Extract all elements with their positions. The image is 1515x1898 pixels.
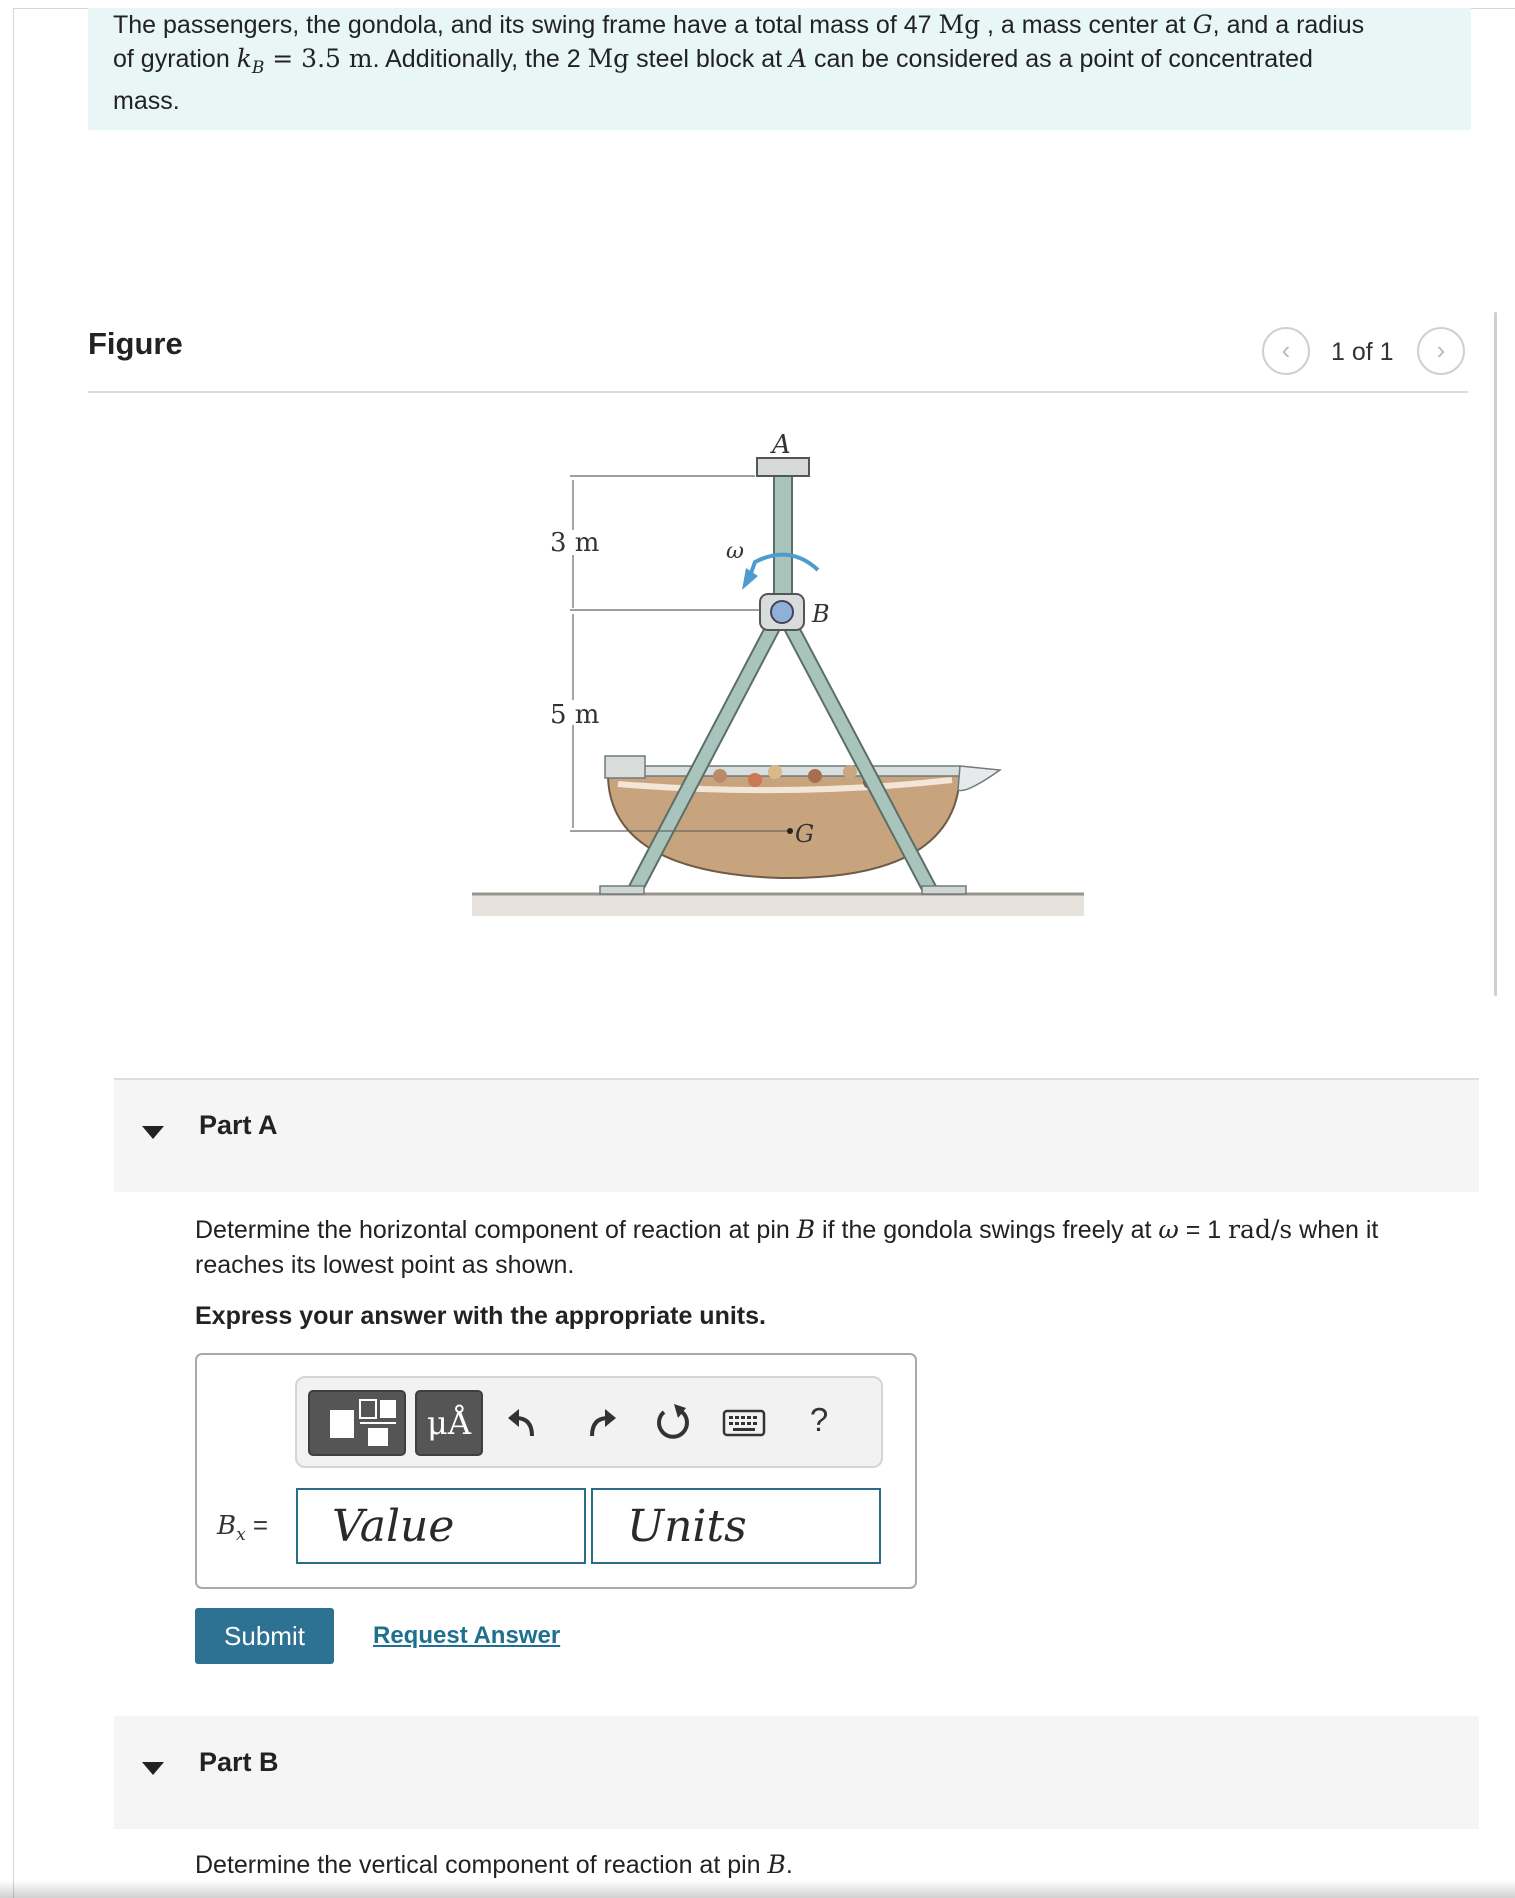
arm <box>773 467 793 609</box>
part-b-header[interactable]: Part B <box>114 1716 1479 1829</box>
dimension-5m: 5 m <box>550 700 599 730</box>
dimension-3m: 3 m <box>550 528 599 558</box>
request-answer-link[interactable]: Request Answer <box>373 1622 560 1650</box>
keyboard-icon <box>722 1409 766 1437</box>
label-a: A <box>770 430 791 460</box>
units-input[interactable] <box>591 1488 881 1564</box>
redo-icon <box>590 1409 616 1437</box>
reset-icon <box>657 1404 689 1439</box>
problem-text: The passengers, the gondola, and its swi… <box>113 10 1365 115</box>
chevron-left-icon: ‹ <box>1281 335 1291 365</box>
next-figure-button[interactable]: › <box>1417 327 1465 375</box>
gondola-rail <box>609 765 961 777</box>
ground <box>472 894 1084 916</box>
previous-figure-button[interactable]: ‹ <box>1262 327 1310 375</box>
part-a-header[interactable]: Part A <box>114 1078 1479 1192</box>
gondola-bow <box>957 765 1003 792</box>
submit-button[interactable]: Submit <box>195 1608 334 1664</box>
part-b-title: Part B <box>199 1747 279 1777</box>
reset-button[interactable] <box>652 1400 694 1444</box>
figure-pager-count: 1 of 1 <box>1331 338 1394 366</box>
part-b-question: Determine the vertical component of reac… <box>195 1850 793 1879</box>
undo-button[interactable] <box>502 1402 542 1442</box>
part-a-title: Part A <box>199 1110 278 1140</box>
gondola-stern <box>604 755 646 779</box>
undo-icon <box>508 1409 534 1437</box>
templates-button[interactable] <box>308 1390 406 1456</box>
figure-title: Figure <box>88 326 183 361</box>
omega-arrowhead <box>742 568 758 590</box>
redo-button[interactable] <box>582 1402 622 1442</box>
answer-label: Bx = <box>217 1510 269 1546</box>
caret-down-icon <box>142 1126 164 1139</box>
figure-divider <box>88 391 1468 393</box>
answer-box: μÅ ? Bx = Value Units <box>195 1353 917 1589</box>
bottom-shadow <box>0 1880 1515 1898</box>
caret-down-icon <box>142 1762 164 1775</box>
label-g: G <box>795 820 814 848</box>
gondola-figure: A B G ω 3 m 5 m <box>472 430 1084 916</box>
page-border <box>13 8 14 1898</box>
scrollbar[interactable] <box>1494 312 1497 996</box>
fraction-template-icon <box>330 1399 396 1446</box>
pin-b <box>770 600 794 624</box>
keyboard-button[interactable] <box>722 1408 766 1438</box>
answer-instructions: Express your answer with the appropriate… <box>195 1302 766 1330</box>
problem-statement: The passengers, the gondola, and its swi… <box>88 8 1471 130</box>
label-omega: ω <box>726 539 744 564</box>
steel-block <box>756 457 810 477</box>
math-toolbar: μÅ ? <box>295 1376 883 1468</box>
units-button[interactable]: μÅ <box>415 1390 483 1456</box>
value-input[interactable] <box>296 1488 586 1564</box>
label-b: B <box>811 600 830 628</box>
part-a-question: Determine the horizontal component of re… <box>195 1215 1379 1279</box>
chevron-right-icon: › <box>1436 335 1446 365</box>
help-button[interactable]: ? <box>804 1398 834 1442</box>
mass-center-dot <box>787 828 793 834</box>
